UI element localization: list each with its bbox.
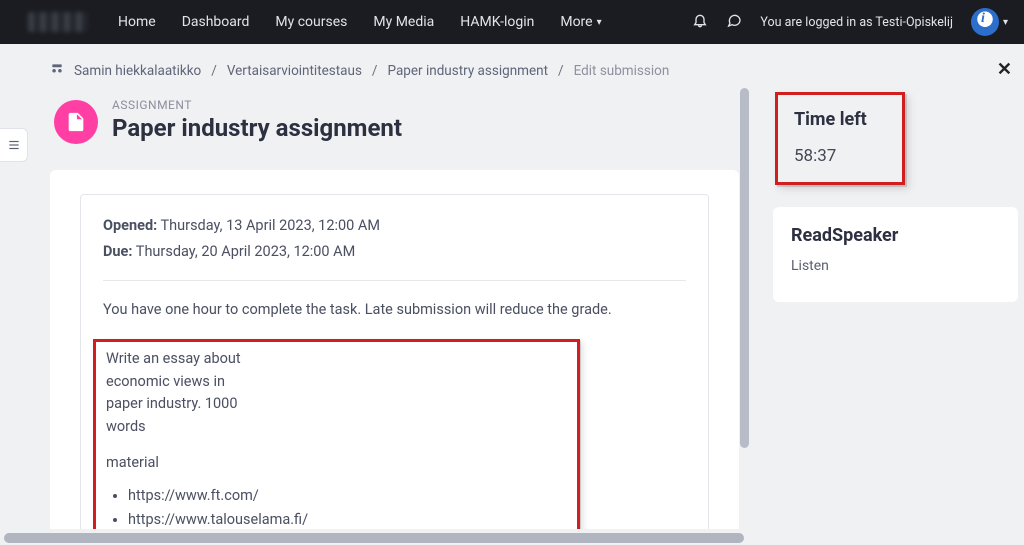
material-link[interactable]: https://www.talouselama.fi/ [128,511,308,528]
nav-my-courses[interactable]: My courses [275,14,347,30]
opened-label: Opened: [103,217,157,234]
due-row: Due: Thursday, 20 April 2023, 12:00 AM [103,241,686,263]
top-nav: Home Dashboard My courses My Media HAMK-… [0,0,1024,44]
assignment-details: Opened: Thursday, 13 April 2023, 12:00 A… [80,194,709,529]
material-link[interactable]: https://www.ft.com/ [128,487,259,504]
avatar [971,8,999,36]
user-menu[interactable]: ▾ [971,8,1008,36]
dashboard-icon [50,62,64,80]
breadcrumb-separator: / [211,63,217,79]
nav-dashboard[interactable]: Dashboard [182,14,250,30]
assignment-card: Opened: Thursday, 13 April 2023, 12:00 A… [50,170,739,529]
chat-icon[interactable] [726,12,742,32]
page-title: Paper industry assignment [112,114,402,142]
site-logo[interactable] [28,12,88,32]
material-link-item: https://www.talouselama.fi/ [128,509,257,529]
due-value: Thursday, 20 April 2023, 12:00 AM [136,243,355,260]
bell-icon[interactable] [692,12,708,32]
opened-row: Opened: Thursday, 13 April 2023, 12:00 A… [103,215,686,237]
nav-more[interactable]: More ▾ [560,14,601,30]
nav-links: Home Dashboard My courses My Media HAMK-… [118,14,602,30]
instructions-text: You have one hour to complete the task. … [103,299,686,321]
chevron-down-icon: ▾ [597,17,602,28]
chevron-down-icon: ▾ [1003,17,1008,28]
breadcrumb-current: Edit submission [574,63,670,79]
material-list: https://www.ft.com/ https://www.talousel… [106,485,257,529]
breadcrumb-separator: / [372,63,378,79]
divider [103,280,686,281]
material-label: material [106,452,257,474]
time-left-value: 58:37 [794,146,886,166]
breadcrumb-link[interactable]: Samin hiekkalaatikko [74,63,201,79]
breadcrumb-link[interactable]: Vertaisarviointitestaus [227,63,362,79]
opened-value: Thursday, 13 April 2023, 12:00 AM [161,217,380,234]
assignment-icon [54,100,98,144]
assignment-header: ASSIGNMENT Paper industry assignment [50,98,759,144]
readspeaker-listen-link[interactable]: Listen [791,258,1000,274]
assignment-type-label: ASSIGNMENT [112,98,402,112]
nav-home[interactable]: Home [118,14,156,30]
nav-hamk-login[interactable]: HAMK-login [460,14,534,30]
nav-my-media[interactable]: My Media [373,14,434,30]
time-left-block: Time left 58:37 [775,92,905,185]
main-column: Samin hiekkalaatikko / Vertaisarviointit… [0,44,759,529]
nav-right: You are logged in as Testi-Opiskelij ▾ [692,8,1008,36]
task-text: Write an essay about economic views in p… [106,348,257,438]
breadcrumb: Samin hiekkalaatikko / Vertaisarviointit… [50,62,759,80]
due-label: Due: [103,243,132,260]
breadcrumb-link[interactable]: Paper industry assignment [388,63,549,79]
logged-in-text: You are logged in as Testi-Opiskelij [760,15,953,30]
vertical-scrollbar[interactable] [740,88,749,448]
readspeaker-block: ReadSpeaker Listen [773,207,1018,302]
right-column: ✕ Time left 58:37 ReadSpeaker Listen [759,44,1024,529]
breadcrumb-separator: / [558,63,564,79]
task-highlight-box: Write an essay about economic views in p… [93,339,580,529]
nav-more-label: More [560,14,592,30]
horizontal-scrollbar[interactable] [4,533,744,543]
readspeaker-title: ReadSpeaker [791,225,1000,246]
close-icon[interactable]: ✕ [997,59,1012,80]
material-link-item: https://www.ft.com/ [128,485,257,507]
time-left-title: Time left [794,109,886,130]
